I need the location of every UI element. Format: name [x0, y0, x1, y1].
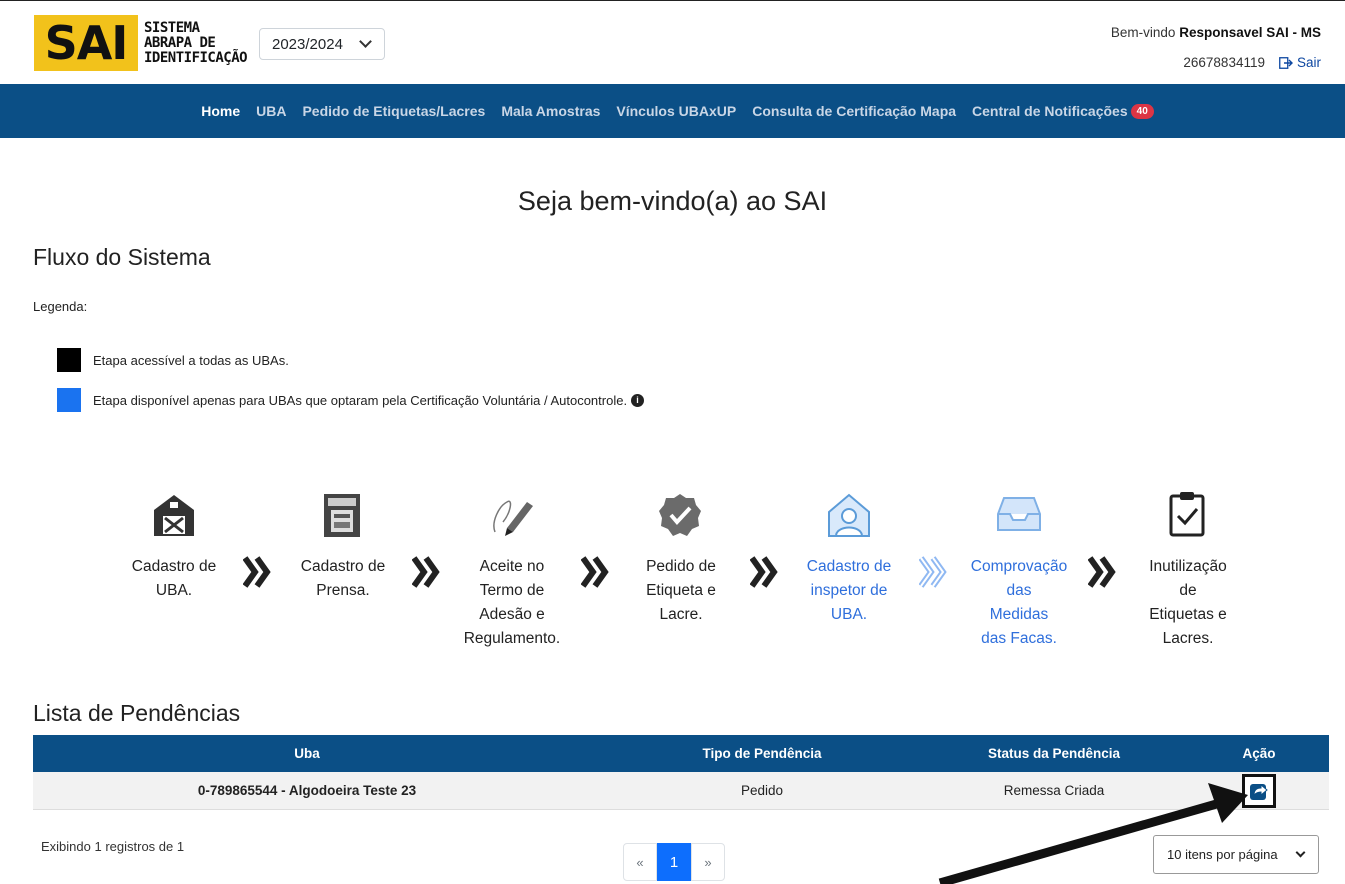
main-navbar: Home UBA Pedido de Etiquetas/Lacres Mala… — [0, 84, 1345, 138]
legend-black-square — [57, 348, 81, 372]
col-status[interactable]: Status da Pendência — [943, 746, 1165, 761]
col-acao: Ação — [1242, 746, 1276, 761]
user-name: Responsavel SAI - MS — [1179, 25, 1321, 40]
top-header: SAI SISTEMA ABRAPA DE IDENTIFICAÇÃO 2023… — [0, 0, 1345, 84]
flow-step-inutilizacao: Inutilização de Etiquetas e Lacres. — [1149, 558, 1227, 647]
chevron-right-icon — [581, 556, 609, 588]
press-icon — [324, 494, 360, 537]
nav-vinculos[interactable]: Vínculos UBAxUP — [616, 103, 736, 119]
flow-step-cadastro-uba: Cadastro de UBA. — [131, 558, 217, 599]
flow-step-cadastro-prensa: Cadastro de Prensa. — [300, 558, 386, 599]
chevron-right-icon — [919, 556, 947, 588]
flow-step-cadastro-inspetor[interactable]: Cadastro de inspetor de UBA. — [793, 555, 905, 627]
cell-tipo: Pedido — [740, 783, 784, 798]
chevron-down-icon — [359, 35, 372, 48]
logo-mark: SAI — [34, 15, 138, 71]
inspector-icon — [828, 493, 870, 537]
pagination: « 1 » — [623, 843, 725, 881]
legend-black: Etapa acessível a todas as UBAs. — [57, 348, 289, 372]
user-id: 26678834119 — [1183, 55, 1265, 70]
legend-blue-square — [57, 388, 81, 412]
records-info: Exibindo 1 registros de 1 — [41, 839, 185, 854]
season-select[interactable]: 2023/2024 — [259, 28, 385, 60]
nav-pedido-etiquetas[interactable]: Pedido de Etiquetas/Lacres — [302, 103, 485, 119]
pager-prev[interactable]: « — [623, 843, 657, 881]
nav-central-notificacoes[interactable]: Central de Notificações 40 — [972, 103, 1154, 120]
pendencias-title: Lista de Pendências — [33, 700, 241, 726]
nav-mala-amostras[interactable]: Mala Amostras — [501, 103, 600, 119]
chevron-right-icon — [243, 556, 271, 588]
flow-step-pedido-etiqueta: Pedido de Etiqueta e Lacre. — [646, 558, 716, 623]
legend-blue: Etapa disponível apenas para UBAs que op… — [57, 388, 645, 412]
info-icon[interactable]: i — [631, 393, 645, 407]
nav-home[interactable]: Home — [201, 103, 240, 119]
badge-check-icon — [659, 494, 701, 536]
notification-badge: 40 — [1130, 104, 1154, 120]
flow-title: Fluxo do Sistema — [33, 244, 211, 270]
sai-logo[interactable]: SAI SISTEMA ABRAPA DE IDENTIFICAÇÃO — [34, 15, 248, 71]
flow-step-comprovacao-facas[interactable]: Comprovação das Medidas das Facas. — [963, 555, 1075, 651]
legend-label: Legenda: — [33, 299, 88, 314]
logout-link[interactable]: Sair — [1279, 55, 1321, 70]
annotation-arrow — [938, 783, 1248, 884]
clipboard-check-icon — [1169, 492, 1205, 537]
nav-consulta-certificacao[interactable]: Consulta de Certificação Mapa — [752, 103, 956, 119]
cell-uba: 0-789865544 - Algodoeira Teste 23 — [197, 783, 417, 798]
col-tipo[interactable]: Tipo de Pendência — [581, 746, 943, 761]
tray-icon — [997, 497, 1041, 531]
pager-next[interactable]: » — [691, 843, 725, 881]
barn-icon — [154, 495, 194, 536]
nav-uba[interactable]: UBA — [256, 103, 286, 119]
chevron-down-icon — [1295, 847, 1306, 858]
chevron-right-icon — [750, 556, 778, 588]
welcome-text: Bem-vindo Responsavel SAI - MS — [1110, 25, 1321, 40]
page-title: Seja bem-vindo(a) ao SAI — [517, 186, 828, 216]
user-line: 26678834119 Sair — [1183, 55, 1321, 70]
table-header: Uba Tipo de Pendência Status da Pendênci… — [33, 735, 1329, 772]
signature-icon — [493, 500, 533, 536]
chevron-right-icon — [1088, 556, 1116, 588]
pager-page-1[interactable]: 1 — [657, 843, 691, 881]
col-uba[interactable]: Uba — [33, 746, 581, 761]
logo-subtitle: SISTEMA ABRAPA DE IDENTIFICAÇÃO — [144, 19, 248, 66]
flow-step-aceite-termo: Aceite no Termo de Adesão e Regulamento. — [463, 558, 561, 647]
chevron-right-icon — [412, 556, 440, 588]
logout-icon — [1279, 56, 1293, 69]
